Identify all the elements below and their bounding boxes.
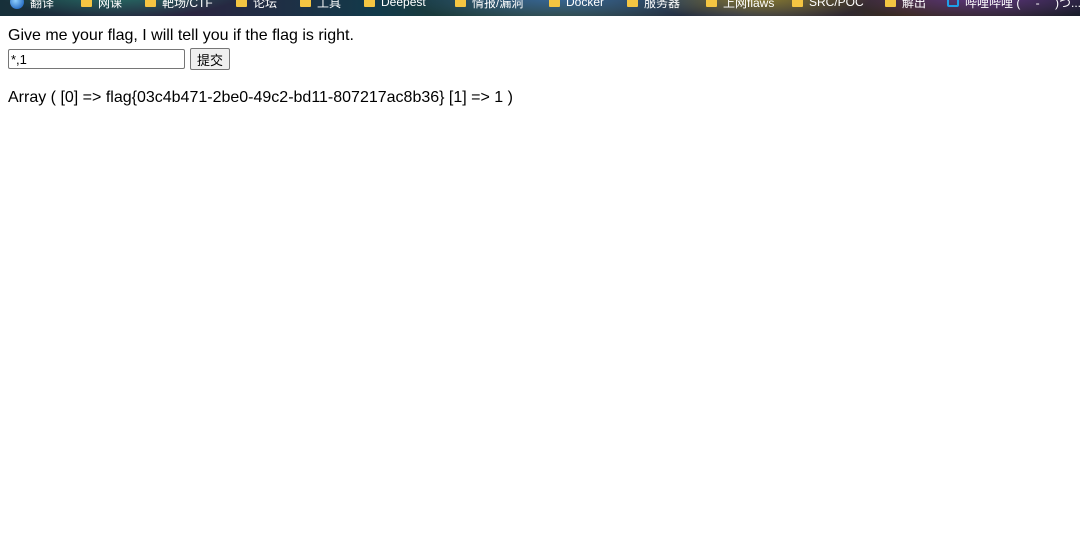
bookmark-folder-intel[interactable]: 情报/漏洞 [455,0,523,10]
page-content: Give me your flag, I will tell you if th… [8,26,1072,108]
bookmark-label: 上网flaws [723,0,775,10]
bookmark-folder-flaws[interactable]: 上网flaws [706,0,774,10]
folder-icon [627,0,638,7]
bookmark-label: 情报/漏洞 [472,0,524,10]
bookmark-translate[interactable]: 翻译 [10,0,54,10]
folder-icon [236,0,247,7]
folder-icon [792,0,803,7]
folder-icon [145,0,156,7]
bookmark-label: SRC/POC [809,0,864,9]
bookmark-folder-deepest[interactable]: Deepest [364,0,426,10]
bookmark-label: 服务器 [644,0,681,10]
flag-input[interactable] [8,49,185,69]
folder-icon [300,0,311,7]
folder-icon [885,0,896,7]
bookmark-label: 解出 [902,0,927,10]
bookmark-label: 靶场/CTF [162,0,213,10]
bookmark-folder-src-poc[interactable]: SRC/POC [792,0,864,10]
folder-icon [706,0,717,7]
bookmarks-bar: 翻译 网课 靶场/CTF 论坛 工具 Deepest 情报/漏洞 Docker … [0,0,1080,16]
bookmark-label: 网课 [98,0,123,10]
bookmark-label: 哔哩哔哩 ( ゜- ゜)つ... [965,0,1080,10]
bookmark-folder-servers[interactable]: 服务器 [627,0,680,10]
flag-form: 提交 [8,48,1072,70]
bookmark-folder-solved[interactable]: 解出 [885,0,926,10]
bookmark-folder-forum[interactable]: 论坛 [236,0,277,10]
result-output: Array ( [0] => flag{03c4b471-2be0-49c2-b… [8,89,513,106]
bookmark-label: 翻译 [30,0,55,10]
bookmark-bilibili[interactable]: 哔哩哔哩 ( ゜- ゜)つ... [947,0,1080,10]
flag-prompt: Give me your flag, I will tell you if th… [8,27,354,44]
bilibili-icon [947,0,959,7]
folder-icon [364,0,375,7]
folder-icon [81,0,92,7]
bookmark-label: 论坛 [253,0,278,10]
bookmark-folder-courses[interactable]: 网课 [81,0,122,10]
bookmark-folder-ctf[interactable]: 靶场/CTF [145,0,213,10]
bookmark-label: Deepest [381,0,426,9]
bookmark-folder-docker[interactable]: Docker [549,0,604,10]
bookmark-label: Docker [566,0,605,9]
folder-icon [455,0,466,7]
bookmark-folder-tools[interactable]: 工具 [300,0,341,10]
folder-icon [549,0,560,7]
submit-button[interactable]: 提交 [190,48,231,70]
bookmark-label: 工具 [317,0,342,10]
globe-icon [10,0,24,9]
